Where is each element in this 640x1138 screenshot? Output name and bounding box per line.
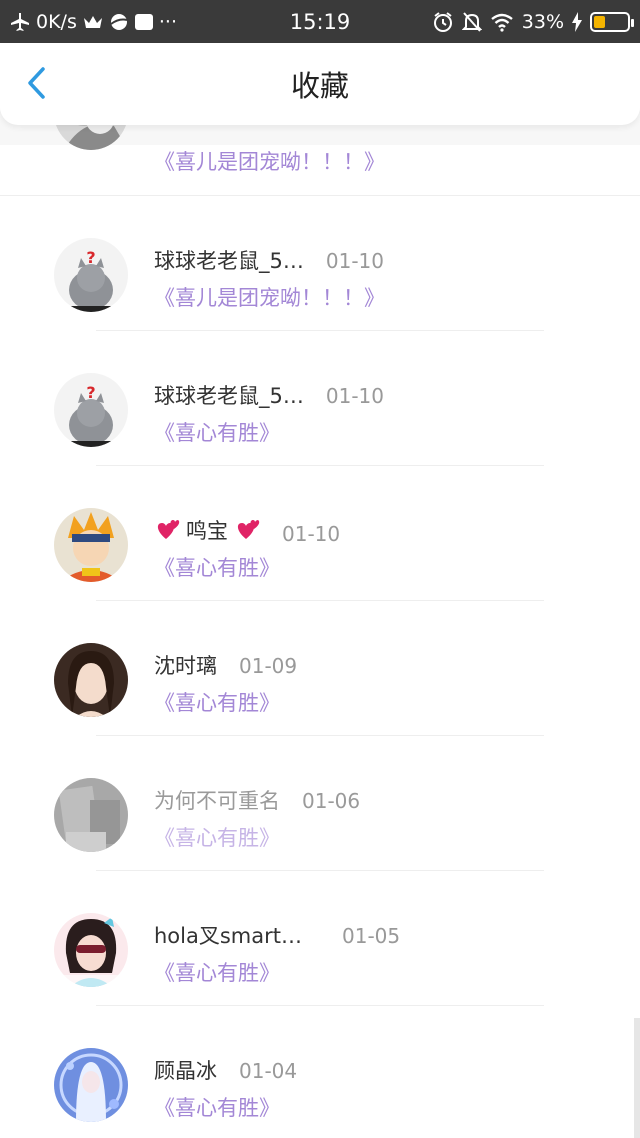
item-date: 01-10 xyxy=(282,522,341,546)
book-title[interactable]: 《喜心有胜》 xyxy=(154,1092,280,1122)
scrollbar[interactable] xyxy=(634,1018,640,1138)
book-title[interactable]: 《喜儿是团宠呦！！！》 xyxy=(154,146,385,176)
book-title[interactable]: 《喜心有胜》 xyxy=(154,687,280,717)
hearts-icon xyxy=(157,520,180,539)
name-wrap: 鸣宝 xyxy=(154,515,260,545)
avatar xyxy=(54,125,128,150)
book-title[interactable]: 《喜心有胜》 xyxy=(154,957,280,987)
page-title: 收藏 xyxy=(290,69,349,103)
avatar xyxy=(54,508,128,582)
page-header: 收藏 xyxy=(0,43,640,125)
book-title[interactable]: 《喜心有胜》 xyxy=(154,822,280,852)
list-item[interactable]: ? 球球老老鼠_5… 01-10 《喜儿是团宠呦！！！》 xyxy=(0,196,640,331)
status-right: 33% xyxy=(432,0,634,43)
item-date: 01-10 xyxy=(325,249,384,273)
user-name[interactable]: 球球老老鼠_5… xyxy=(154,245,304,275)
name-row: 球球老老鼠_5… 01-10 xyxy=(154,380,384,410)
list-item[interactable]: 顾晶冰 01-04 《喜心有胜》 xyxy=(0,1006,640,1138)
alarm-icon xyxy=(432,11,454,33)
user-name[interactable]: hola叉smart… xyxy=(154,920,302,950)
list-item[interactable]: 《喜儿是团宠呦！！！》 xyxy=(0,125,640,196)
list-item[interactable]: 为何不可重名 01-06 《喜心有胜》 xyxy=(0,736,640,871)
avatar xyxy=(54,778,128,852)
bell-off-icon xyxy=(461,11,482,33)
hearts-icon xyxy=(237,520,260,539)
name-row: 顾晶冰 01-04 xyxy=(154,1055,297,1085)
avatar: ? xyxy=(54,373,128,447)
list-item[interactable]: 鸣宝 01-10 《喜心有胜》 xyxy=(0,466,640,601)
avatar xyxy=(54,1048,128,1122)
book-title[interactable]: 《喜心有胜》 xyxy=(154,552,280,582)
item-date: 01-06 xyxy=(302,789,361,813)
book-title[interactable]: 《喜心有胜》 xyxy=(154,417,280,447)
favorites-list[interactable]: 《喜儿是团宠呦！！！》 ? 球球老老鼠_5… 01-10 《喜儿是团宠呦！！！》… xyxy=(0,125,640,1138)
item-date: 01-10 xyxy=(325,384,384,408)
item-date: 01-04 xyxy=(239,1059,298,1083)
svg-text:?: ? xyxy=(86,248,95,267)
name-row: 沈时璃 01-09 xyxy=(154,650,297,680)
book-title[interactable]: 《喜儿是团宠呦！！！》 xyxy=(154,282,385,312)
charging-icon xyxy=(572,11,582,32)
avatar: ? xyxy=(54,238,128,312)
item-date: 01-09 xyxy=(239,654,298,678)
user-name[interactable]: 为何不可重名 xyxy=(154,785,280,815)
avatar xyxy=(54,913,128,987)
user-name[interactable]: 沈时璃 xyxy=(154,650,217,680)
wifi-icon xyxy=(490,12,514,32)
name-row: hola叉smart… 01-05 xyxy=(154,920,400,950)
battery-icon xyxy=(590,11,634,32)
item-date: 01-05 xyxy=(342,924,401,948)
battery-percent: 33% xyxy=(521,10,564,33)
name-row: 鸣宝 01-10 xyxy=(154,515,340,546)
user-name[interactable]: 鸣宝 xyxy=(186,515,228,545)
list-item[interactable]: 沈时璃 01-09 《喜心有胜》 xyxy=(0,601,640,736)
list-item[interactable]: hola叉smart… 01-05 《喜心有胜》 xyxy=(0,871,640,1006)
avatar xyxy=(54,643,128,717)
svg-text:?: ? xyxy=(86,383,95,402)
name-row: 球球老老鼠_5… 01-10 xyxy=(154,245,384,275)
name-row: 为何不可重名 01-06 xyxy=(154,785,360,815)
status-bar: 0K/s ··· 15:19 33% xyxy=(0,0,640,43)
user-name[interactable]: 顾晶冰 xyxy=(154,1055,217,1085)
battery-level xyxy=(594,15,605,28)
user-name[interactable]: 球球老老鼠_5… xyxy=(154,380,304,410)
list-item[interactable]: ? 球球老老鼠_5… 01-10 《喜心有胜》 xyxy=(0,331,640,466)
